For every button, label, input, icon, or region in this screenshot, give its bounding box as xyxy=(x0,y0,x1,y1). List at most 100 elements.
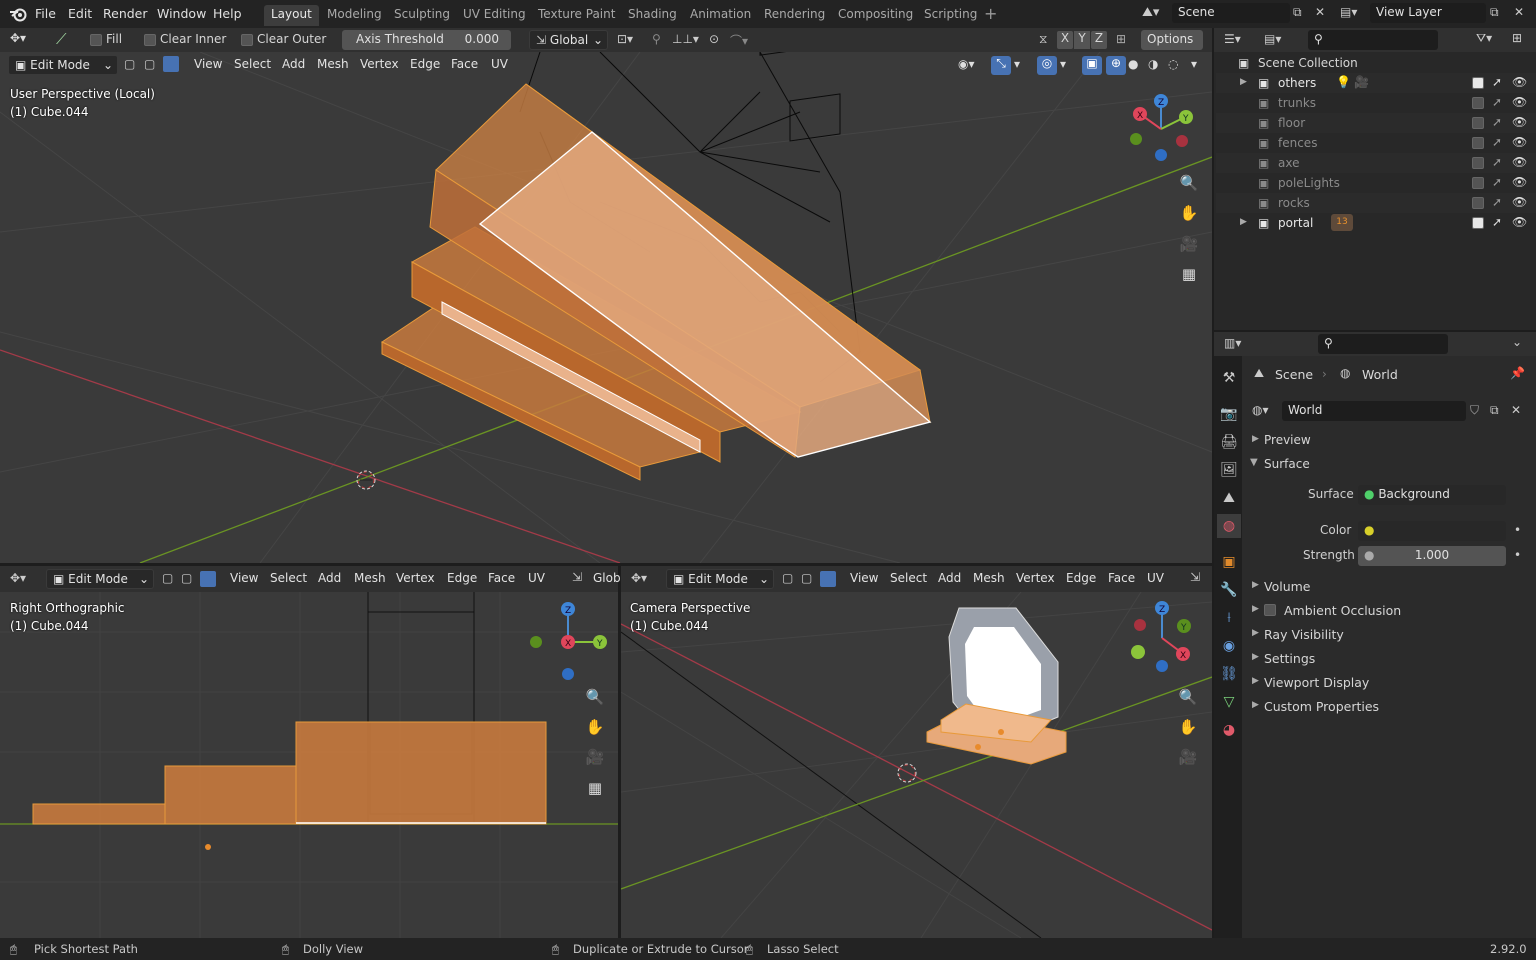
exclude-checkbox[interactable] xyxy=(1472,117,1484,129)
pan-hand-icon[interactable]: ✋ xyxy=(1175,714,1201,740)
scene-tab-icon[interactable]: ⛰ xyxy=(1217,486,1241,510)
editor-type-icon[interactable]: ✥▾ xyxy=(631,571,647,585)
tab-compositing[interactable]: Compositing xyxy=(831,5,920,26)
ambient-occlusion-checkbox[interactable] xyxy=(1264,604,1276,616)
fake-user-icon[interactable]: ⛉ xyxy=(1470,403,1479,418)
outliner-collection-row[interactable]: ▣ poleLights ➚ 👁 xyxy=(1216,173,1536,193)
xray-toggle-icon[interactable]: ▣ xyxy=(1082,56,1102,75)
outliner-collection-row[interactable]: ▣ trunks ➚ 👁 xyxy=(1216,93,1536,113)
menu-edge[interactable]: Edge xyxy=(1062,569,1100,589)
overlay-toggle-icon[interactable]: ◎ xyxy=(1037,56,1057,75)
selectable-arrow-icon[interactable]: ➚ xyxy=(1492,155,1502,169)
menu-uv[interactable]: UV xyxy=(487,55,512,75)
vertex-select-icon[interactable]: ▢ xyxy=(124,57,135,71)
zoom-icon[interactable]: 🔍 xyxy=(1176,170,1202,196)
panel-settings[interactable]: ▶ Settings xyxy=(1244,648,1534,670)
outliner-collection-row[interactable]: ▶ ▣ others ➚ 👁 💡 🎥 xyxy=(1216,73,1536,93)
tab-animation[interactable]: Animation xyxy=(683,5,758,26)
menu-add[interactable]: Add xyxy=(278,55,309,75)
output-tab-icon[interactable]: 🖨 xyxy=(1217,430,1241,454)
auto-merge-icon[interactable]: ⊞ xyxy=(1116,32,1126,46)
display-mode-icon[interactable]: ▤▾ xyxy=(1264,32,1281,46)
knife-tool-icon[interactable]: ⟋ xyxy=(56,30,67,48)
tool-icon[interactable]: ✥▾ xyxy=(10,31,26,45)
pan-hand-icon[interactable]: ✋ xyxy=(1176,200,1202,226)
camera-view-icon[interactable]: 🎥 xyxy=(1175,744,1201,770)
right-orthographic-viewport[interactable]: Right Orthographic (1) Cube.044 ZYX 🔍 ✋ … xyxy=(0,592,618,938)
clear-outer-checkbox[interactable] xyxy=(241,34,253,46)
collection-name[interactable]: portal xyxy=(1278,216,1313,230)
menu-face[interactable]: Face xyxy=(447,55,482,75)
particles-tab-icon[interactable]: ⟊ xyxy=(1217,606,1241,630)
panel-ambient-occlusion[interactable]: ▶ Ambient Occlusion xyxy=(1244,600,1534,622)
clear-inner-checkbox[interactable] xyxy=(144,34,156,46)
menu-select[interactable]: Select xyxy=(230,55,275,75)
exclude-checkbox[interactable] xyxy=(1472,177,1484,189)
tab-sculpting[interactable]: Sculpting xyxy=(387,5,457,26)
shading-dropdown-icon[interactable]: ▾ xyxy=(1191,57,1197,71)
new-scene-icon[interactable]: ⧉ xyxy=(1293,5,1302,20)
menu-vertex[interactable]: Vertex xyxy=(356,55,403,75)
view-layer-field[interactable]: View Layer xyxy=(1370,3,1486,23)
menu-uv[interactable]: UV xyxy=(1143,569,1168,589)
tab-modeling[interactable]: Modeling xyxy=(320,5,389,26)
delete-view-layer-icon[interactable]: ✕ xyxy=(1514,5,1524,19)
collection-name[interactable]: trunks xyxy=(1278,96,1316,110)
render-tab-icon[interactable]: 📷 xyxy=(1217,402,1241,426)
menu-mesh[interactable]: Mesh xyxy=(969,569,1009,589)
new-view-layer-icon[interactable]: ⧉ xyxy=(1490,5,1499,20)
edge-select-icon[interactable]: ▢ xyxy=(144,57,155,71)
eye-icon[interactable]: 👁 xyxy=(1512,115,1527,129)
eye-icon[interactable]: 👁 xyxy=(1512,175,1527,189)
outliner-collection-row[interactable]: ▣ floor ➚ 👁 xyxy=(1216,113,1536,133)
material-tab-icon[interactable]: ◕ xyxy=(1217,718,1241,742)
outliner-collection-row[interactable]: ▣ fences ➚ 👁 xyxy=(1216,133,1536,153)
color-field[interactable]: ● xyxy=(1358,521,1506,541)
camera-perspective-viewport[interactable]: Camera Perspective (1) Cube.044 ZYX 🔍 ✋ … xyxy=(621,592,1212,938)
duplicate-icon[interactable]: ⧉ xyxy=(1490,403,1499,418)
camera-view-icon[interactable]: 🎥 xyxy=(582,744,608,770)
menu-vertex[interactable]: Vertex xyxy=(1012,569,1059,589)
eye-icon[interactable]: 👁 xyxy=(1512,95,1527,109)
collection-name[interactable]: axe xyxy=(1278,156,1299,170)
menu-view[interactable]: View xyxy=(846,569,882,589)
snap-target-icon[interactable]: ⊥⊥▾ xyxy=(672,32,699,46)
main-viewport[interactable]: User Perspective (Local) (1) Cube.044 Z … xyxy=(0,52,1212,563)
navigation-gizmo[interactable]: Z Y X xyxy=(1128,92,1198,162)
zoom-icon[interactable]: 🔍 xyxy=(1175,684,1201,710)
menu-select[interactable]: Select xyxy=(266,569,311,589)
menu-render[interactable]: Render xyxy=(103,6,148,21)
object-tab-icon[interactable]: ▣ xyxy=(1217,550,1241,574)
overlay-dropdown-icon[interactable]: ▾ xyxy=(1060,57,1066,71)
expand-arrow-icon[interactable]: ▶ xyxy=(1240,217,1247,227)
orientation-truncated[interactable]: Glob xyxy=(589,569,625,589)
menu-edit[interactable]: Edit xyxy=(68,6,92,21)
menu-add[interactable]: Add xyxy=(314,569,345,589)
rendered-shading-icon[interactable]: ◌ xyxy=(1168,57,1178,71)
face-select-icon[interactable] xyxy=(820,571,836,587)
exclude-checkbox[interactable] xyxy=(1472,137,1484,149)
gizmo-toggle-icon[interactable]: ⤡ xyxy=(991,56,1011,75)
collection-name[interactable]: rocks xyxy=(1278,196,1310,210)
outliner-collection-row[interactable]: ▣ rocks ➚ 👁 xyxy=(1216,193,1536,213)
world-name-field[interactable]: World xyxy=(1282,401,1466,421)
keyframe-dot-icon[interactable]: • xyxy=(1514,548,1521,562)
editor-type-icon[interactable]: ☰▾ xyxy=(1224,32,1241,46)
world-datablock-selector[interactable]: ◍▾ World ⛉ ⧉ ✕ xyxy=(1250,401,1528,421)
gizmo-dropdown-icon[interactable]: ▾ xyxy=(1014,57,1020,71)
collection-name[interactable]: poleLights xyxy=(1278,176,1340,190)
visibility-icon[interactable]: ◉▾ xyxy=(958,57,975,71)
vertex-select-icon[interactable]: ▢ xyxy=(162,571,173,585)
physics-tab-icon[interactable]: ◉ xyxy=(1217,634,1241,658)
menu-uv[interactable]: UV xyxy=(524,569,549,589)
material-shading-icon[interactable]: ◑ xyxy=(1148,57,1158,71)
axis-x-toggle[interactable]: X xyxy=(1057,31,1073,49)
outliner-scene-collection[interactable]: ▣ Scene Collection xyxy=(1216,53,1536,73)
axis-z-toggle[interactable]: Z xyxy=(1091,31,1107,49)
menu-add[interactable]: Add xyxy=(934,569,965,589)
navigation-gizmo[interactable]: Z Y X xyxy=(525,598,615,683)
eye-icon[interactable]: 👁 xyxy=(1512,195,1527,209)
menu-window[interactable]: Window xyxy=(157,6,206,21)
editor-type-icon[interactable]: ▥▾ xyxy=(1224,336,1241,350)
selectable-arrow-icon[interactable]: ➚ xyxy=(1492,195,1502,209)
